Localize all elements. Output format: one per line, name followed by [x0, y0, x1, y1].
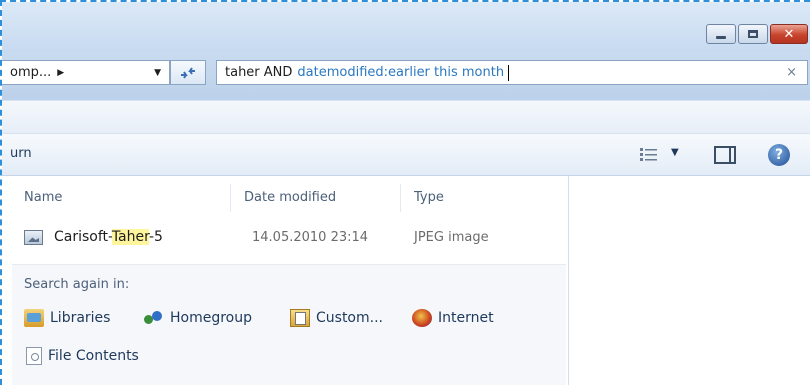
file-type: JPEG image: [414, 230, 489, 245]
breadcrumb[interactable]: omp... ▶ ▼: [2, 60, 170, 85]
homegroup-icon: [144, 309, 164, 327]
file-name-prefix: Carisoft-: [54, 229, 112, 245]
file-contents-icon: [26, 347, 42, 365]
search-query-keyword: datemodified:: [297, 65, 389, 80]
command-bar: urn ▼ ?: [2, 134, 810, 176]
column-header-name[interactable]: Name: [24, 190, 62, 205]
column-header-date-modified[interactable]: Date modified: [244, 190, 336, 205]
preview-pane-icon[interactable]: [714, 146, 736, 164]
libraries-icon: [24, 309, 44, 327]
view-dropdown-icon[interactable]: ▼: [671, 147, 679, 158]
results-pane: Name Date modified Type Carisoft-Taher-5…: [2, 176, 810, 385]
address-row: omp... ▶ ▼ taher AND datemodified: earli…: [2, 52, 810, 100]
file-name-highlight: Taher: [111, 229, 149, 245]
window-controls: ✕: [706, 24, 808, 44]
column-separator[interactable]: [400, 184, 401, 212]
title-bar[interactable]: ✕: [2, 2, 810, 52]
details-pane-divider[interactable]: [568, 176, 569, 385]
search-again-label: Libraries: [50, 310, 111, 326]
explorer-window: ✕ omp... ▶ ▼ taher AND datemodified: ear…: [0, 0, 810, 385]
search-again-label: Homegroup: [170, 310, 253, 326]
breadcrumb-item[interactable]: omp...: [10, 65, 51, 80]
file-name-suffix: -5: [148, 229, 163, 245]
image-file-icon: [24, 230, 43, 245]
custom-folder-icon: [290, 309, 310, 327]
internet-icon: [412, 309, 432, 327]
search-query-value: earlier this month: [388, 65, 505, 80]
search-again-label: Internet: [438, 310, 494, 326]
command-bar-label[interactable]: urn: [10, 146, 32, 161]
file-name: Carisoft-Taher-5: [54, 229, 163, 245]
search-again-title: Search again in:: [24, 277, 130, 292]
maximize-button[interactable]: [738, 24, 768, 44]
menu-band: [2, 100, 810, 134]
search-input[interactable]: taher AND datemodified: earlier this mon…: [216, 60, 808, 85]
text-caret: [508, 64, 510, 81]
clear-search-button[interactable]: ×: [786, 65, 797, 80]
file-date-modified: 14.05.2010 23:14: [252, 230, 369, 245]
column-header-type[interactable]: Type: [414, 190, 444, 205]
search-again-custom[interactable]: Custom...: [290, 309, 383, 327]
column-separator[interactable]: [230, 184, 231, 212]
help-label: ?: [774, 147, 784, 163]
search-again-file-contents[interactable]: File Contents: [26, 347, 139, 365]
search-query-term: taher AND: [225, 65, 293, 80]
search-again-label: File Contents: [48, 348, 139, 364]
close-icon: ✕: [783, 26, 795, 42]
refresh-icon: [181, 66, 195, 79]
breadcrumb-arrow-icon[interactable]: ▶: [57, 68, 64, 78]
file-row[interactable]: Carisoft-Taher-5 14.05.2010 23:14 JPEG i…: [24, 226, 564, 250]
search-again-panel: Search again in: Libraries Homegroup Cus…: [12, 265, 566, 385]
search-again-internet[interactable]: Internet: [412, 309, 494, 327]
search-again-libraries[interactable]: Libraries: [24, 309, 110, 327]
maximize-icon: [748, 30, 758, 38]
help-icon[interactable]: ?: [768, 144, 790, 166]
change-view-icon[interactable]: [640, 148, 662, 162]
minimize-button[interactable]: [706, 24, 736, 44]
minimize-icon: [716, 35, 726, 39]
address-dropdown-icon[interactable]: ▼: [154, 68, 161, 78]
search-again-label: Custom...: [316, 310, 383, 326]
close-button[interactable]: ✕: [770, 24, 808, 44]
search-again-homegroup[interactable]: Homegroup: [144, 309, 252, 327]
refresh-button[interactable]: [170, 60, 206, 85]
